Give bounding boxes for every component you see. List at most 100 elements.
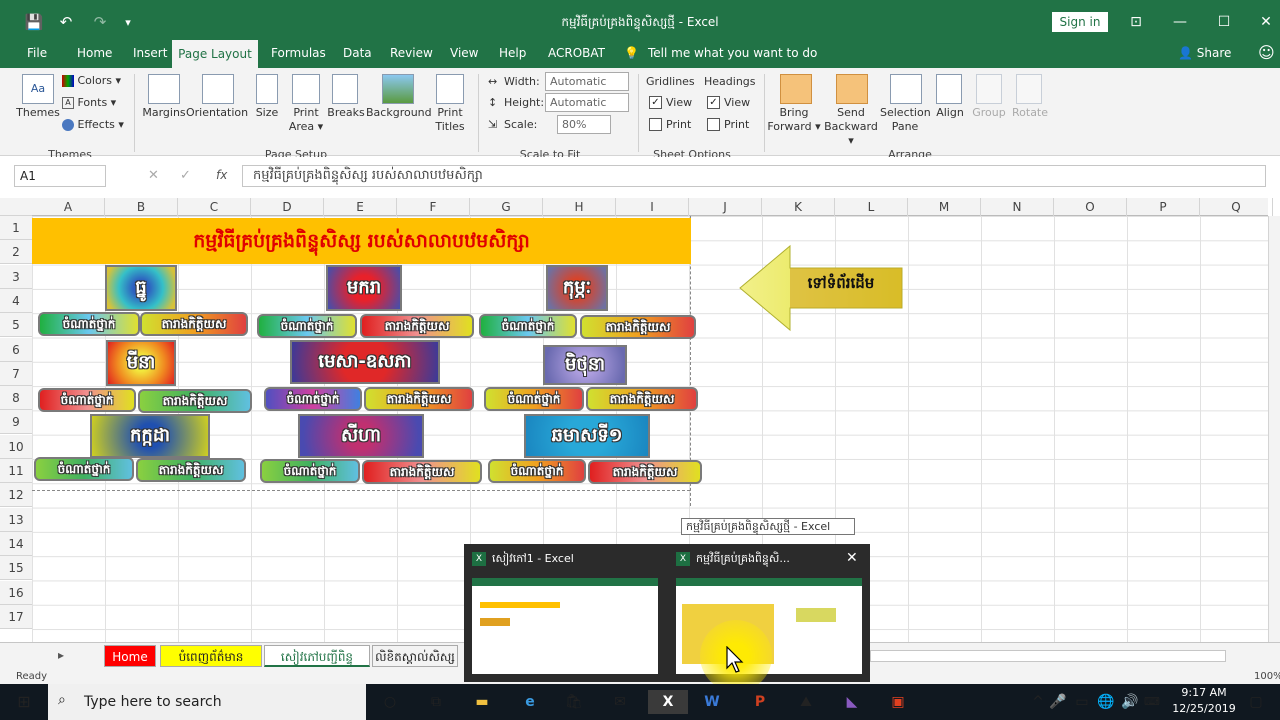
tab-page-layout[interactable]: Page Layout bbox=[172, 40, 258, 69]
shape-s8[interactable]: សីហា bbox=[298, 414, 424, 458]
align-icon[interactable] bbox=[936, 74, 962, 104]
camtasia-icon[interactable]: ▣ bbox=[886, 690, 910, 714]
print-area-icon[interactable] bbox=[292, 74, 320, 104]
column-header[interactable]: L bbox=[835, 198, 908, 216]
column-header[interactable]: E bbox=[324, 198, 397, 216]
excel-taskbar-icon[interactable]: X bbox=[648, 690, 688, 714]
tab-view[interactable]: View bbox=[450, 46, 478, 60]
row-header[interactable]: 7 bbox=[0, 361, 32, 386]
row-header[interactable]: 11 bbox=[0, 459, 32, 483]
shape-s2[interactable]: មករា bbox=[326, 265, 402, 311]
button-rank[interactable]: ចំណាត់ថ្នាក់ bbox=[257, 314, 357, 338]
column-header[interactable]: F bbox=[397, 198, 470, 216]
row-header[interactable]: 16 bbox=[0, 580, 32, 605]
word-icon[interactable]: W bbox=[700, 690, 724, 714]
shape-s5[interactable]: មេសា-ឧសភា bbox=[290, 340, 440, 384]
button-result[interactable]: តារាងកិត្តិយស bbox=[580, 315, 696, 339]
send-backward-button[interactable]: Send Backward ▾ bbox=[820, 106, 882, 148]
column-header[interactable]: Q bbox=[1200, 198, 1273, 216]
sheet-tab-home[interactable]: Home bbox=[104, 645, 156, 667]
thumb2-close-icon[interactable]: ✕ bbox=[846, 550, 858, 566]
bring-forward-icon[interactable] bbox=[780, 74, 812, 104]
smiley-icon[interactable]: ☺ bbox=[1258, 43, 1275, 62]
taskbar-date[interactable]: 12/25/2019 bbox=[1168, 702, 1240, 715]
notification-icon[interactable]: ▢ bbox=[1244, 690, 1268, 714]
close-button[interactable]: ✕ bbox=[1246, 10, 1280, 34]
send-backward-icon[interactable] bbox=[836, 74, 868, 104]
background-button[interactable]: Background bbox=[366, 106, 432, 119]
shape-s3[interactable]: កុម្ភៈ bbox=[546, 265, 608, 311]
fonts-button[interactable]: A Fonts ▾ bbox=[62, 96, 116, 109]
button-result[interactable]: តារាងកិត្តិយស bbox=[364, 387, 474, 411]
print-titles-button[interactable]: Print Titles bbox=[430, 106, 470, 134]
horizontal-scrollbar[interactable] bbox=[870, 650, 1226, 662]
row-header[interactable]: 9 bbox=[0, 410, 32, 435]
sheet-tab-info[interactable]: បំពេញព័ត៌មាន bbox=[160, 645, 262, 667]
background-icon[interactable] bbox=[382, 74, 414, 104]
button-result[interactable]: តារាងកិត្តិយស bbox=[588, 460, 702, 484]
scale-spinner[interactable]: 80% bbox=[557, 115, 611, 134]
windows-start-icon[interactable]: ⊞ bbox=[12, 690, 36, 714]
button-result[interactable]: តារាងកិត្តិយស bbox=[362, 460, 482, 484]
column-header[interactable]: K bbox=[762, 198, 835, 216]
button-rank[interactable]: ចំណាត់ថ្នាក់ bbox=[34, 457, 134, 481]
button-rank[interactable]: ចំណាត់ថ្នាក់ bbox=[484, 387, 584, 411]
themes-icon[interactable]: Aa bbox=[22, 74, 54, 104]
ribbon-display-icon[interactable]: ⊡ bbox=[1116, 10, 1156, 34]
button-rank[interactable]: ចំណាត់ថ្នាក់ bbox=[38, 388, 136, 412]
row-header[interactable]: 13 bbox=[0, 507, 32, 532]
headings-view-checkbox[interactable]: ✓ bbox=[707, 96, 720, 109]
gridlines-print-checkbox[interactable] bbox=[649, 118, 662, 131]
back-arrow-label[interactable]: ទៅទំព័រដើម bbox=[780, 274, 902, 296]
column-header[interactable]: O bbox=[1054, 198, 1127, 216]
language-icon[interactable]: 🌐 bbox=[1094, 690, 1118, 714]
column-header[interactable]: D bbox=[251, 198, 324, 216]
themes-button[interactable]: Themes bbox=[14, 106, 62, 119]
row-header[interactable]: 3 bbox=[0, 264, 32, 289]
rotate-icon[interactable] bbox=[1016, 74, 1042, 104]
group-icon[interactable] bbox=[976, 74, 1002, 104]
breaks-button[interactable]: Breaks bbox=[326, 106, 366, 119]
row-header[interactable]: 5 bbox=[0, 313, 32, 338]
powerpoint-icon[interactable]: P bbox=[748, 690, 772, 714]
column-header[interactable]: B bbox=[105, 198, 178, 216]
file-explorer-icon[interactable]: ▬ bbox=[470, 690, 494, 714]
keyboard-layout-icon[interactable]: ⌨ bbox=[1140, 690, 1164, 714]
tab-formulas[interactable]: Formulas bbox=[271, 46, 326, 60]
sheet-tab-certificate[interactable]: លិខិតស្គាល់សិស្ស bbox=[372, 645, 458, 667]
shape-s1[interactable]: ធ្នូ bbox=[105, 265, 177, 311]
select-all-corner[interactable] bbox=[0, 198, 32, 216]
margins-icon[interactable] bbox=[148, 74, 180, 104]
group-button[interactable]: Group bbox=[972, 106, 1006, 119]
button-rank[interactable]: ចំណាត់ថ្នាក់ bbox=[488, 459, 586, 483]
tab-review[interactable]: Review bbox=[390, 46, 433, 60]
print-area-button[interactable]: Print Area ▾ bbox=[286, 106, 326, 134]
button-result[interactable]: តារាងកិត្តិយស bbox=[138, 389, 252, 413]
row-header[interactable]: 6 bbox=[0, 337, 32, 362]
selection-pane-button[interactable]: Selection Pane bbox=[880, 106, 931, 134]
print-titles-icon[interactable] bbox=[436, 74, 464, 104]
tab-help[interactable]: Help bbox=[499, 46, 526, 60]
taskbar-search[interactable]: Type here to search bbox=[48, 684, 366, 720]
column-header[interactable]: I bbox=[616, 198, 689, 216]
tab-file[interactable]: File bbox=[27, 46, 47, 60]
sheet-nav-next-icon[interactable]: ▸ bbox=[58, 648, 64, 662]
share-button[interactable]: 👤 Share bbox=[1178, 46, 1231, 60]
tell-me-search[interactable]: Tell me what you want to do bbox=[648, 46, 817, 60]
shape-s7[interactable]: កក្កដា bbox=[90, 414, 210, 458]
row-header[interactable]: 15 bbox=[0, 556, 32, 581]
column-header[interactable]: J bbox=[689, 198, 762, 216]
vertical-scrollbar[interactable] bbox=[1268, 216, 1280, 642]
thumb1-preview[interactable] bbox=[472, 578, 658, 674]
width-dropdown[interactable]: Automatic bbox=[545, 72, 629, 91]
row-header[interactable]: 1 bbox=[0, 216, 32, 240]
column-header[interactable]: M bbox=[908, 198, 981, 216]
bring-forward-button[interactable]: Bring Forward ▾ bbox=[766, 106, 822, 134]
height-dropdown[interactable]: Automatic bbox=[545, 93, 629, 112]
column-header[interactable]: N bbox=[981, 198, 1054, 216]
align-button[interactable]: Align bbox=[934, 106, 966, 119]
zoom-level[interactable]: 100% bbox=[1254, 671, 1280, 682]
effects-button[interactable]: Effects ▾ bbox=[62, 118, 124, 131]
sheet-tab-scorebook[interactable]: សៀវភៅបញ្ជីពិន្ទុ bbox=[264, 645, 370, 667]
thumb1-title[interactable]: សៀវភៅ1 - Excel bbox=[492, 552, 574, 568]
